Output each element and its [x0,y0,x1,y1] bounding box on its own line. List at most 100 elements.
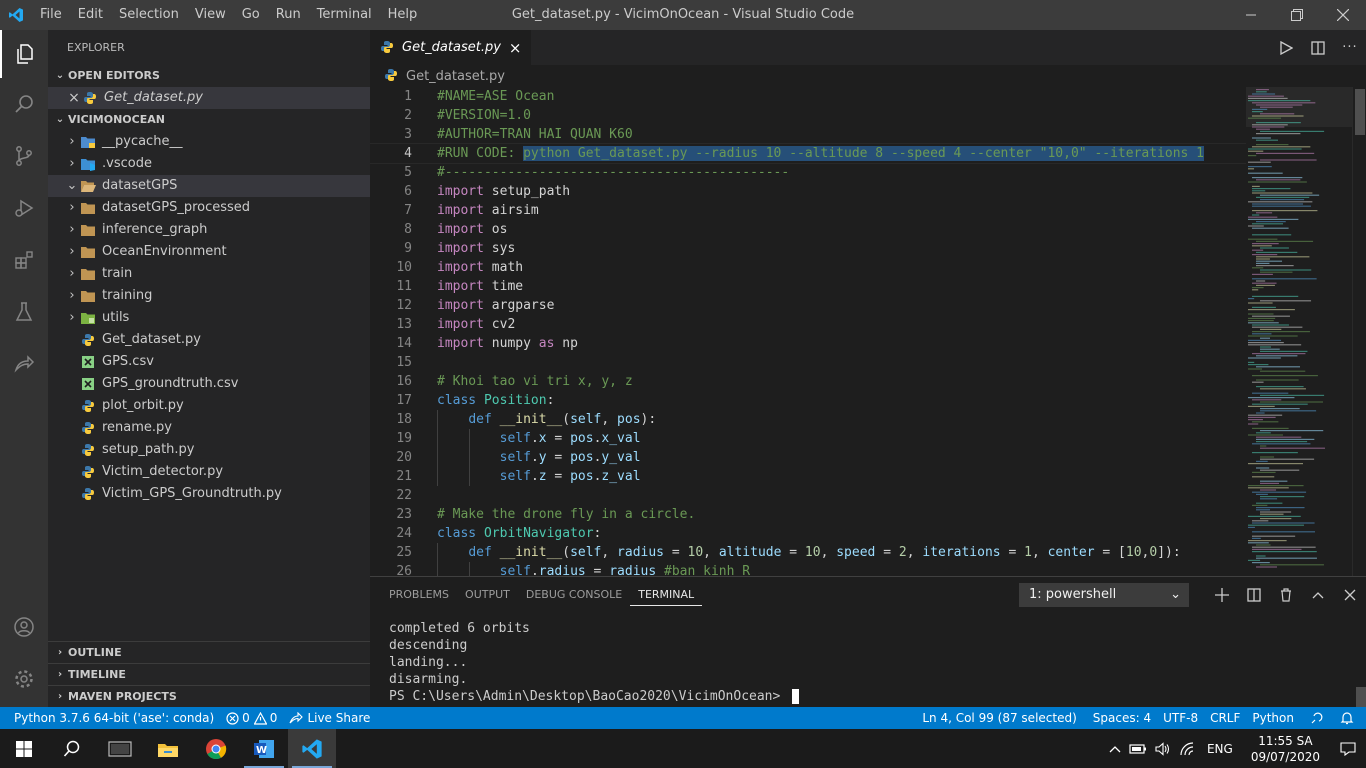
menu-selection[interactable]: Selection [111,0,187,30]
wifi-icon[interactable] [1175,741,1199,756]
tree-item-label: setup_path.py [102,442,195,457]
feedback-icon[interactable] [1300,711,1334,725]
close-tab-icon[interactable]: × [509,39,522,57]
tree-item[interactable]: › utils [48,307,370,329]
vscode-taskbar-icon[interactable] [288,729,336,768]
tree-item[interactable]: ⌄ datasetGPS [48,175,370,197]
problems-indicator[interactable]: 0 0 [220,707,283,729]
tree-item[interactable]: GPS_groundtruth.csv [48,373,370,395]
open-editors-header[interactable]: ⌄ OPEN EDITORS [48,65,370,87]
python-interpreter[interactable]: Python 3.7.6 64-bit ('ase': conda) [0,707,220,729]
input-language[interactable]: ENG [1199,742,1241,756]
menu-file[interactable]: File [32,0,70,30]
accounts-icon[interactable] [0,603,48,651]
tree-item[interactable]: Victim_detector.py [48,461,370,483]
action-center-icon[interactable] [1330,741,1366,756]
tree-item[interactable]: › train [48,263,370,285]
menu-run[interactable]: Run [268,0,309,30]
tab-get-dataset[interactable]: Get_dataset.py × [370,30,532,65]
settings-gear-icon[interactable] [0,655,48,703]
split-terminal-icon[interactable] [1238,577,1270,613]
file-explorer-icon[interactable] [144,729,192,768]
tree-item[interactable]: rename.py [48,417,370,439]
error-icon [226,711,239,725]
search-icon[interactable] [0,80,48,128]
code-editor[interactable]: 1 #NAME=ASE Ocean 2 #VERSION=1.0 3 #AUTHOR=… [370,87,1246,576]
show-hidden-icons-chevron-icon[interactable] [1105,744,1125,754]
tree-item[interactable]: plot_orbit.py [48,395,370,417]
encoding[interactable]: UTF-8 [1157,707,1204,729]
cursor-position[interactable]: Ln 4, Col 99 (87 selected) [916,707,1082,729]
terminal-output[interactable]: completed 6 orbits descending landing...… [389,620,800,705]
project-header[interactable]: ⌄ VICIMONOCEAN [48,109,370,131]
new-terminal-icon[interactable] [1206,577,1238,613]
indentation[interactable]: Spaces: 4 [1083,707,1157,729]
tree-item[interactable]: › OceanEnvironment [48,241,370,263]
breadcrumb-file[interactable]: Get_dataset.py [406,69,505,84]
folder-icon [80,156,96,172]
clock[interactable]: 11:55 SA 09/07/2020 [1241,733,1330,765]
run-debug-icon[interactable] [0,184,48,232]
chrome-icon[interactable] [192,729,240,768]
maximize-panel-icon[interactable] [1302,577,1334,613]
tree-item[interactable]: setup_path.py [48,439,370,461]
minimize-button[interactable] [1228,0,1274,30]
tree-item[interactable]: › __pycache__ [48,131,370,153]
language-mode[interactable]: Python [1246,707,1300,729]
menu-view[interactable]: View [187,0,234,30]
word-icon[interactable]: W [240,729,288,768]
menu-help[interactable]: Help [380,0,426,30]
run-file-icon[interactable] [1270,30,1302,65]
live-share-icon[interactable] [0,340,48,388]
tree-item[interactable]: › datasetGPS_processed [48,197,370,219]
split-editor-icon[interactable] [1302,30,1334,65]
extensions-icon[interactable] [0,236,48,284]
close-editor-icon[interactable]: × [66,87,82,109]
panel-actions [1206,577,1366,613]
minimap[interactable] [1246,87,1352,576]
kill-terminal-trash-icon[interactable] [1270,577,1302,613]
line-ending[interactable]: CRLF [1204,707,1246,729]
breadcrumb[interactable]: Get_dataset.py [370,65,1366,87]
menu-edit[interactable]: Edit [70,0,111,30]
taskbar-search-icon[interactable] [48,729,96,768]
tab-problems[interactable]: PROBLEMS [381,577,457,613]
tab-debug-console[interactable]: DEBUG CONSOLE [518,577,630,613]
tree-item[interactable]: › inference_graph [48,219,370,241]
maven-projects-header[interactable]: › MAVEN PROJECTS [48,685,370,707]
explorer-icon[interactable] [0,30,48,78]
window-controls [1228,0,1366,30]
tree-item[interactable]: GPS.csv [48,351,370,373]
volume-icon[interactable] [1151,741,1175,756]
menu-go[interactable]: Go [234,0,268,30]
close-panel-icon[interactable] [1334,577,1366,613]
terminal-scrollbar[interactable] [1356,687,1366,707]
tree-item[interactable]: Victim_GPS_Groundtruth.py [48,483,370,505]
more-actions-icon[interactable]: ··· [1334,30,1366,65]
folder-icon [80,244,96,260]
menu-terminal[interactable]: Terminal [309,0,380,30]
scrollbar-thumb[interactable] [1355,89,1365,135]
windows-start-button[interactable] [0,729,48,768]
open-editor-item[interactable]: × Get_dataset.py [48,87,370,109]
tree-item-label: Get_dataset.py [102,332,201,347]
editor-scrollbar[interactable] [1352,87,1366,576]
live-share-status[interactable]: Live Share [283,707,376,729]
testing-flask-icon[interactable] [0,288,48,336]
notifications-bell-icon[interactable] [1334,711,1366,725]
terminal-select[interactable]: 1: powershell ⌄ [1019,583,1189,607]
tab-output[interactable]: OUTPUT [457,577,518,613]
outline-header[interactable]: › OUTLINE [48,641,370,663]
restore-button[interactable] [1274,0,1320,30]
terminal-line: descending [389,638,468,653]
close-window-button[interactable] [1320,0,1366,30]
tab-terminal[interactable]: TERMINAL [630,585,703,606]
battery-icon[interactable] [1125,743,1151,755]
tree-item[interactable]: › training [48,285,370,307]
task-view-icon[interactable] [96,729,144,768]
tree-item[interactable]: Get_dataset.py [48,329,370,351]
timeline-header[interactable]: › TIMELINE [48,663,370,685]
source-control-icon[interactable] [0,132,48,180]
tree-item[interactable]: › .vscode [48,153,370,175]
code-line: 20 self.y = pos.y_val [396,448,641,467]
